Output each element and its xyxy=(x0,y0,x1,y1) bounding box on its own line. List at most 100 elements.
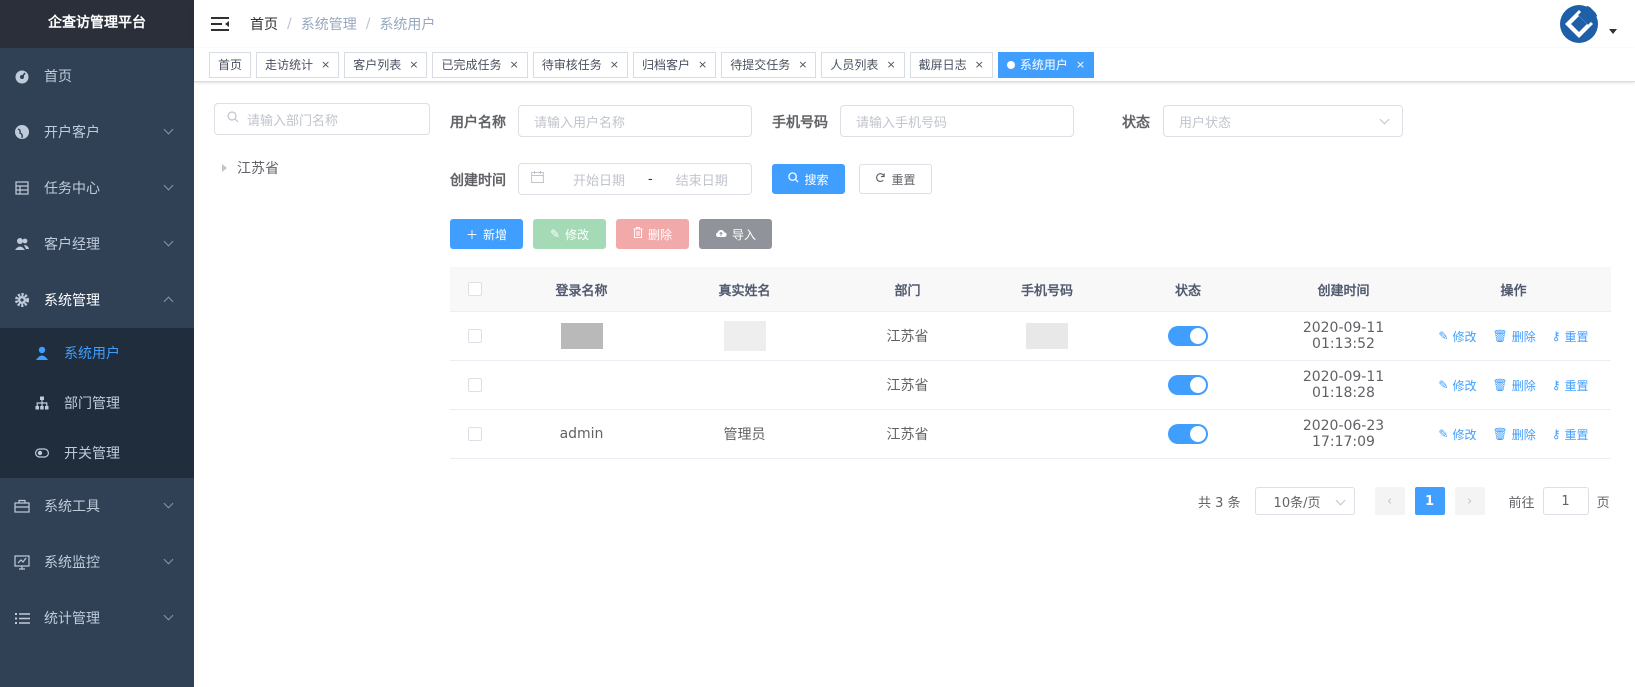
row-reset-link[interactable]: ⚷ 重置 xyxy=(1552,426,1589,443)
sidebar-item-customers[interactable]: 开户客户 xyxy=(0,104,194,160)
sidebar: 企查访管理平台 首页 开户客户 任务中心 客户经理 系统管理 系统用户 部门管理… xyxy=(0,0,194,687)
cell-login: admin xyxy=(559,426,604,442)
col-created: 创建时间 xyxy=(1317,283,1370,299)
table-row: 江苏省 2020-09-11 01:13:52 ✎ 修改 🗑 删除 ⚷ 重置 xyxy=(450,312,1611,361)
row-edit-link[interactable]: ✎ 修改 xyxy=(1438,377,1476,394)
phone-input[interactable]: 请输入手机号码 xyxy=(840,105,1074,137)
close-icon[interactable]: × xyxy=(1076,58,1085,71)
table-header: 登录名称 真实姓名 部门 手机号码 状态 创建时间 操作 xyxy=(450,267,1611,312)
avatar[interactable] xyxy=(1559,4,1599,44)
row-delete-link[interactable]: 🗑 删除 xyxy=(1493,328,1536,345)
chevron-down-icon xyxy=(163,610,174,621)
user-menu[interactable] xyxy=(1559,4,1617,44)
caret-down-icon xyxy=(1609,28,1617,34)
edit-button[interactable]: ✎ 修改 xyxy=(533,219,606,249)
edit-icon: ✎ xyxy=(1438,427,1449,441)
cell-dept: 江苏省 xyxy=(886,329,929,345)
close-icon[interactable]: × xyxy=(409,58,418,71)
close-icon[interactable]: × xyxy=(798,58,807,71)
phone-label: 手机号码 xyxy=(772,115,828,131)
row-delete-link[interactable]: 🗑 删除 xyxy=(1493,377,1536,394)
end-date-input[interactable]: 结束日期 xyxy=(665,170,739,189)
row-reset-link[interactable]: ⚷ 重置 xyxy=(1552,328,1589,345)
close-icon[interactable]: × xyxy=(975,58,984,71)
user-icon xyxy=(34,345,50,361)
start-date-input[interactable]: 开始日期 xyxy=(562,170,636,189)
row-checkbox[interactable] xyxy=(468,329,482,343)
goto-page-input[interactable]: 1 xyxy=(1542,487,1589,515)
pagination-total: 共 3 条 xyxy=(1198,495,1241,511)
tag-system-users[interactable]: 系统用户 × xyxy=(997,51,1095,78)
next-page-button[interactable]: › xyxy=(1454,487,1485,515)
chevron-down-icon xyxy=(1335,495,1345,506)
tag-pending-review[interactable]: 待审核任务 × xyxy=(532,51,628,78)
close-icon[interactable]: × xyxy=(886,58,895,71)
status-label: 状态 xyxy=(1122,115,1150,131)
sidebar-item-label: 系统工具 xyxy=(44,499,100,515)
tag-staff-list[interactable]: 人员列表 × xyxy=(821,51,905,78)
username-input[interactable]: 请输入用户名称 xyxy=(518,105,752,137)
edit-icon: ✎ xyxy=(549,227,561,241)
tag-pending-submit[interactable]: 待提交任务 × xyxy=(721,51,817,78)
dept-search-input[interactable]: 请输入部门名称 xyxy=(214,103,430,135)
sidebar-item-tasks[interactable]: 任务中心 xyxy=(0,160,194,216)
search-button[interactable]: 搜索 xyxy=(772,164,845,194)
row-checkbox[interactable] xyxy=(468,427,482,441)
sidebar-item-monitor[interactable]: 系统监控 xyxy=(0,534,194,590)
col-status: 状态 xyxy=(1174,283,1201,299)
select-all-checkbox[interactable] xyxy=(468,282,482,296)
sidebar-item-label: 开关管理 xyxy=(64,446,120,462)
close-icon[interactable]: × xyxy=(510,58,519,71)
row-edit-link[interactable]: ✎ 修改 xyxy=(1438,328,1476,345)
page-1-button[interactable]: 1 xyxy=(1414,487,1445,515)
trash-icon: 🗑 xyxy=(1492,378,1508,392)
cell-created: 2020-09-11 01:18:28 xyxy=(1302,369,1385,401)
row-edit-link[interactable]: ✎ 修改 xyxy=(1438,426,1476,443)
delete-button[interactable]: 删除 xyxy=(616,219,689,249)
sidebar-item-label: 系统监控 xyxy=(44,555,100,571)
row-reset-link[interactable]: ⚷ 重置 xyxy=(1552,377,1589,394)
sidebar-item-stats[interactable]: 统计管理 xyxy=(0,590,194,646)
row-delete-link[interactable]: 🗑 删除 xyxy=(1493,426,1536,443)
gear-icon xyxy=(14,292,30,308)
hamburger-icon[interactable] xyxy=(210,14,232,34)
breadcrumb-system: 系统管理 xyxy=(300,17,357,33)
tag-completed-tasks[interactable]: 已完成任务 × xyxy=(432,51,528,78)
navbar: 首页 / 系统管理 / 系统用户 xyxy=(194,0,1635,48)
reset-button[interactable]: 重置 xyxy=(859,164,932,194)
close-icon[interactable]: × xyxy=(698,58,707,71)
tag-customer-list[interactable]: 客户列表 × xyxy=(344,51,428,78)
sidebar-item-system-users[interactable]: 系统用户 xyxy=(0,328,194,378)
tag-archived-customers[interactable]: 归档客户 × xyxy=(632,51,717,78)
chevron-down-icon xyxy=(163,498,174,509)
import-button[interactable]: 导入 xyxy=(699,219,772,249)
status-switch[interactable] xyxy=(1168,375,1208,395)
sidebar-item-switches[interactable]: 开关管理 xyxy=(0,428,194,478)
prev-page-button[interactable]: ‹ xyxy=(1374,487,1405,515)
tree-icon xyxy=(34,395,50,411)
tag-screenshot-log[interactable]: 截屏日志 × xyxy=(909,51,993,78)
sidebar-item-system[interactable]: 系统管理 xyxy=(0,272,194,328)
tree-node-jiangsu[interactable]: 江苏省 xyxy=(222,158,279,178)
status-switch[interactable] xyxy=(1168,326,1208,346)
key-icon: ⚷ xyxy=(1551,329,1561,343)
sidebar-item-home[interactable]: 首页 xyxy=(0,48,194,104)
dashboard-icon xyxy=(14,68,30,84)
breadcrumb-home[interactable]: 首页 xyxy=(250,14,278,34)
close-icon[interactable]: × xyxy=(610,58,619,71)
sidebar-item-tools[interactable]: 系统工具 xyxy=(0,478,194,534)
add-button[interactable]: ＋ 新增 xyxy=(450,219,523,249)
created-date-range[interactable]: 开始日期 - 结束日期 xyxy=(518,163,752,195)
status-switch[interactable] xyxy=(1168,424,1208,444)
cell-created: 2020-06-23 17:17:09 xyxy=(1302,418,1385,450)
close-icon[interactable]: × xyxy=(321,58,330,71)
caret-right-icon[interactable] xyxy=(222,164,227,172)
status-select[interactable]: 用户状态 xyxy=(1163,105,1403,137)
row-checkbox[interactable] xyxy=(468,378,482,392)
sidebar-item-departments[interactable]: 部门管理 xyxy=(0,378,194,428)
tag-home[interactable]: 首页 xyxy=(209,51,252,78)
page-size-select[interactable]: 10条/页 xyxy=(1254,487,1355,515)
tag-visit-stats[interactable]: 走访统计 × xyxy=(256,51,340,78)
sidebar-item-managers[interactable]: 客户经理 xyxy=(0,216,194,272)
pagination: 共 3 条 10条/页 ‹ 1 › 前往 1 页 xyxy=(1198,487,1610,515)
